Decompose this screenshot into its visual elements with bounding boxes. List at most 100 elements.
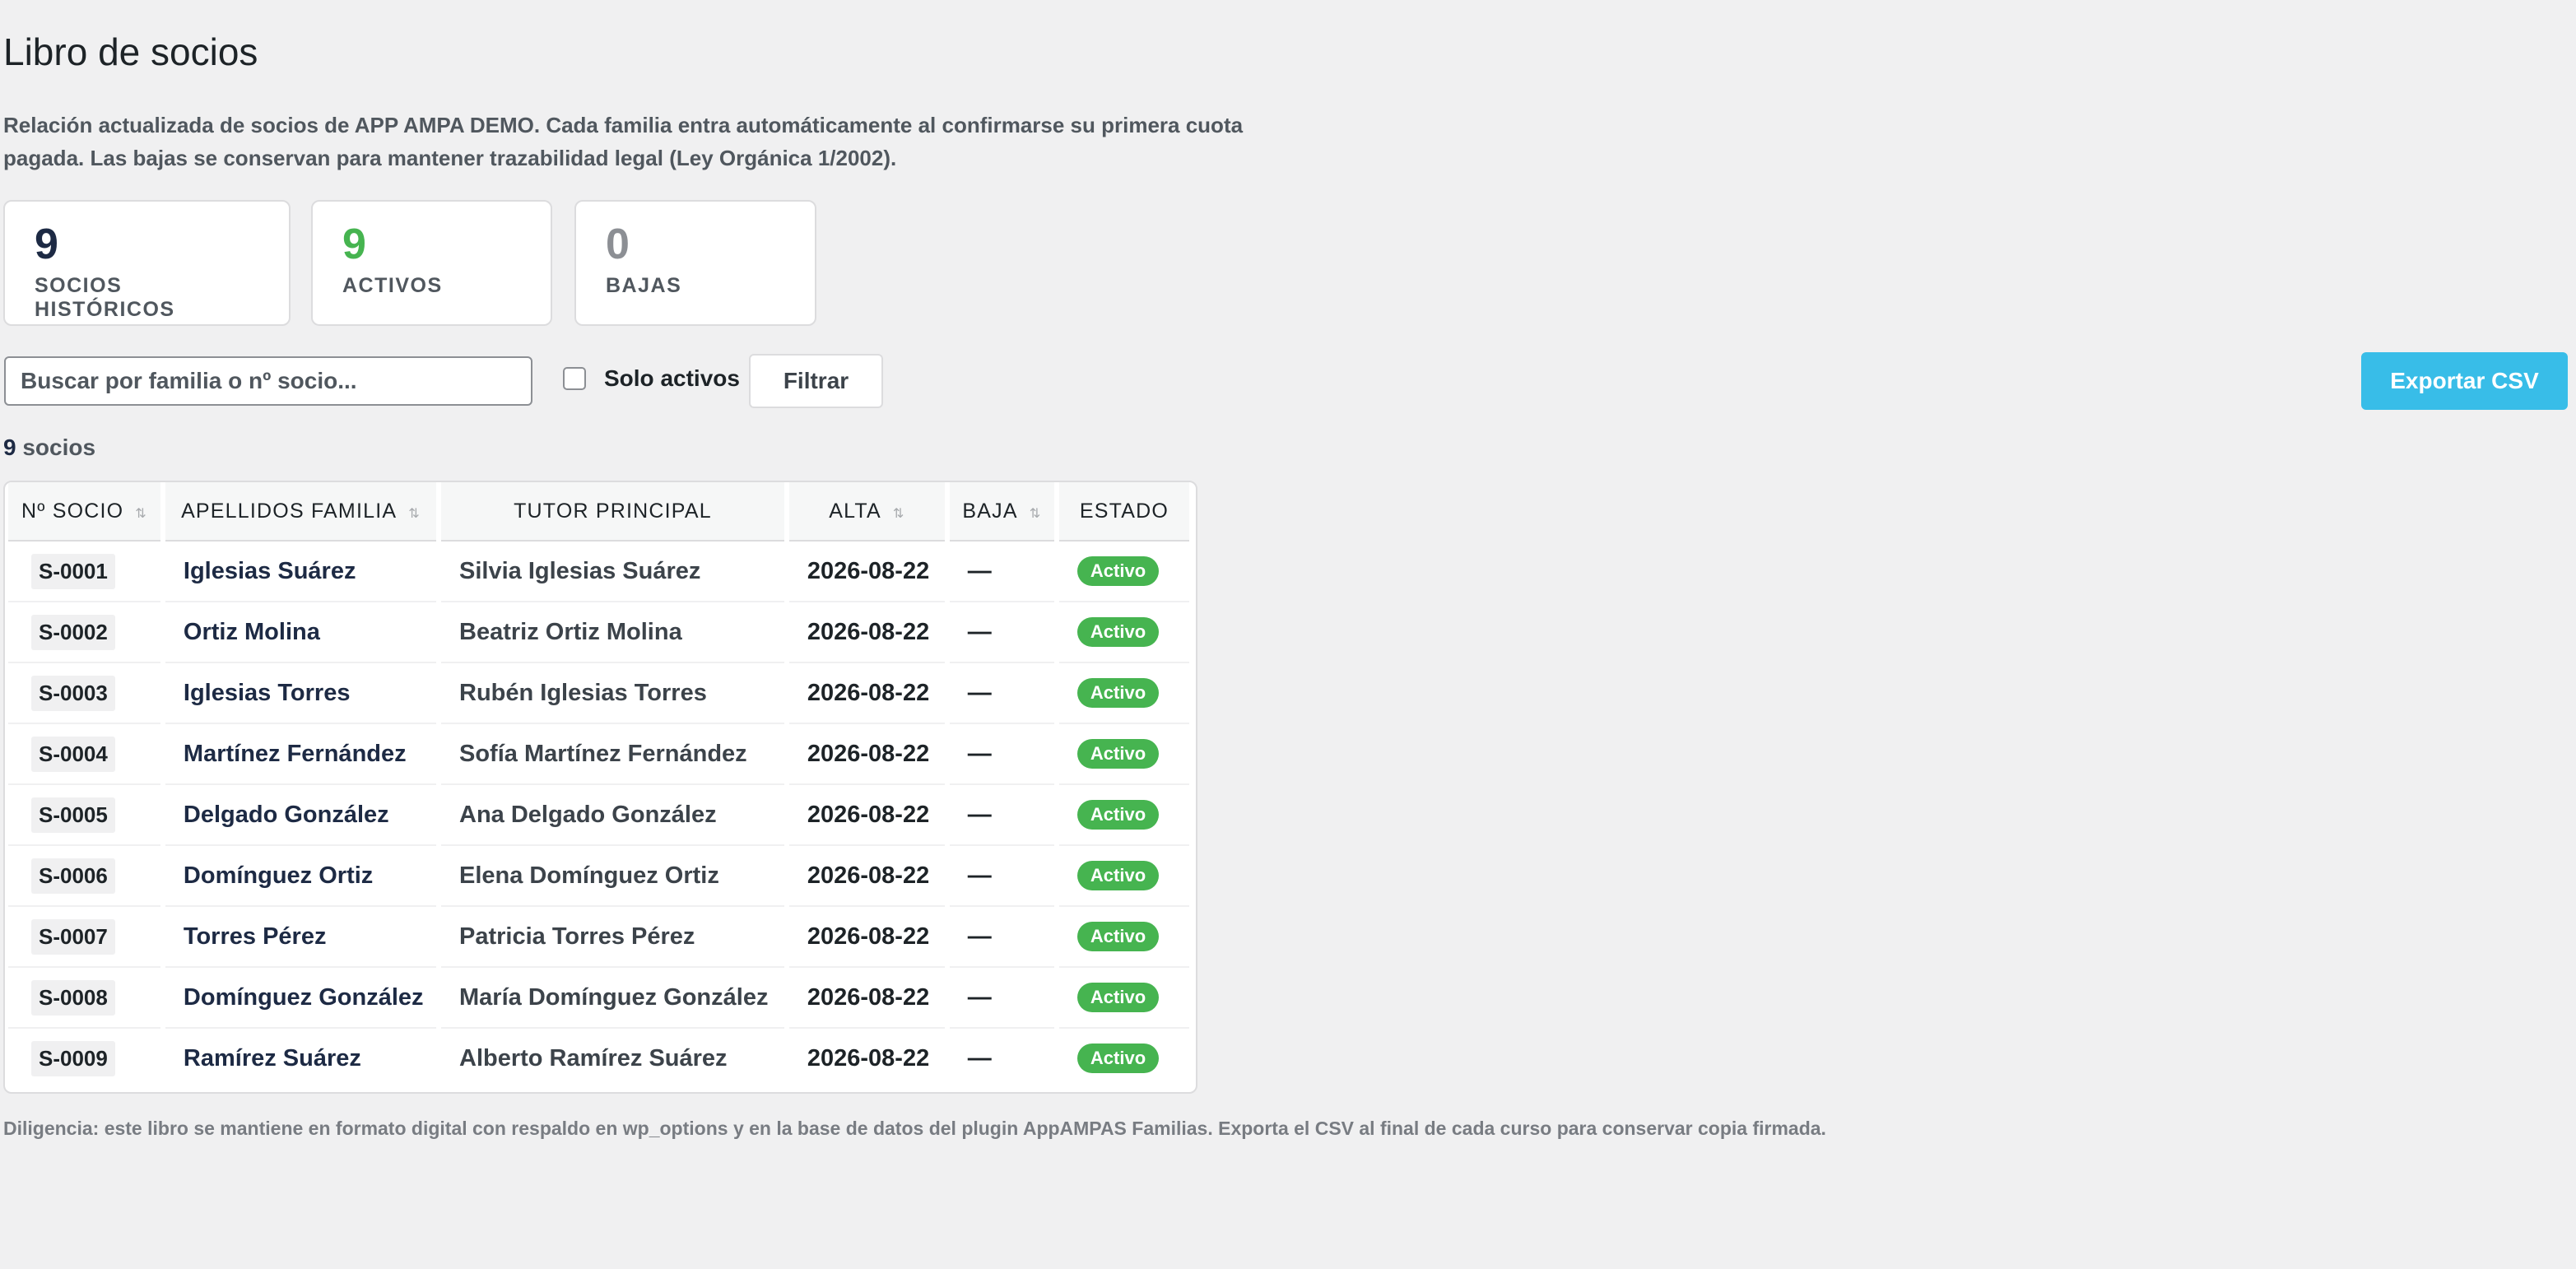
status-badge: Activo	[1076, 861, 1160, 890]
search-input[interactable]	[4, 356, 532, 406]
cell-familia: Martínez Fernández	[165, 724, 436, 785]
cell-tutor: Silvia Iglesias Suárez	[441, 542, 784, 602]
familia-link[interactable]: Delgado González	[184, 802, 389, 828]
cell-familia: Ramírez Suárez	[165, 1029, 436, 1088]
cell-tutor: Patricia Torres Pérez	[441, 907, 784, 968]
th-alta-label: ALTA	[829, 499, 881, 523]
cell-baja: —	[949, 907, 1054, 968]
cell-baja: —	[949, 602, 1054, 663]
cell-familia: Domínguez González	[165, 968, 436, 1029]
page-title: Libro de socios	[3, 30, 258, 73]
status-badge: Activo	[1076, 739, 1160, 769]
cell-alta: 2026-08-22	[788, 785, 945, 846]
cell-baja: —	[949, 846, 1054, 907]
stat-card-bajas: 0 BAJAS	[574, 200, 816, 326]
socio-code: S-0006	[31, 858, 115, 894]
stat-value-historicos: 9	[35, 221, 58, 268]
cell-alta: 2026-08-22	[788, 724, 945, 785]
familia-link[interactable]: Iglesias Torres	[184, 680, 351, 706]
status-badge: Activo	[1076, 617, 1160, 647]
cell-socio: S-0009	[8, 1029, 160, 1088]
only-active-label: Solo activos	[604, 365, 740, 391]
th-socio[interactable]: Nº SOCIO ⇅	[8, 482, 160, 542]
th-baja-label: BAJA	[962, 499, 1018, 523]
th-tutor: TUTOR PRINCIPAL	[441, 482, 784, 542]
table-row: S-0007 Torres Pérez Patricia Torres Pérez 2…	[8, 907, 1189, 968]
cell-familia: Torres Pérez	[165, 907, 436, 968]
footer-note: Diligencia: este libro se mantiene en fo…	[3, 1118, 1826, 1139]
socios-count-label: socios	[22, 435, 96, 460]
cell-alta: 2026-08-22	[788, 968, 945, 1029]
familia-link[interactable]: Torres Pérez	[184, 923, 327, 950]
socio-code: S-0005	[31, 797, 115, 833]
table-row: S-0008 Domínguez González María Domínguez …	[8, 968, 1189, 1029]
cell-estado: Activo	[1058, 542, 1189, 602]
familia-link[interactable]: Domínguez González	[184, 984, 424, 1011]
cell-socio: S-0005	[8, 785, 160, 846]
cell-estado: Activo	[1058, 663, 1189, 724]
cell-tutor: Rubén Iglesias Torres	[441, 663, 784, 724]
cell-alta: 2026-08-22	[788, 663, 945, 724]
status-badge: Activo	[1076, 800, 1160, 830]
socios-count-number: 9	[3, 435, 16, 460]
table-row: S-0003 Iglesias Torres Rubén Iglesias Torr…	[8, 663, 1189, 724]
th-familia[interactable]: APELLIDOS FAMILIA ⇅	[165, 482, 436, 542]
cell-estado: Activo	[1058, 846, 1189, 907]
cell-baja: —	[949, 724, 1054, 785]
cell-familia: Domínguez Ortiz	[165, 846, 436, 907]
table-row: S-0001 Iglesias Suárez Silvia Iglesias Suá…	[8, 542, 1189, 602]
page-intro: Relación actualizada de socios de APP AM…	[3, 113, 1244, 170]
cell-familia: Iglesias Torres	[165, 663, 436, 724]
cell-tutor: Ana Delgado González	[441, 785, 784, 846]
th-tutor-label: TUTOR PRINCIPAL	[514, 499, 712, 523]
th-alta[interactable]: ALTA ⇅	[788, 482, 945, 542]
export-csv-button[interactable]: Exportar CSV	[2361, 352, 2568, 410]
status-badge: Activo	[1076, 556, 1160, 586]
only-active-toggle[interactable]: Solo activos	[563, 365, 740, 392]
socio-code: S-0004	[31, 736, 115, 772]
cell-baja: —	[967, 1044, 992, 1071]
th-estado-label: ESTADO	[1079, 499, 1169, 523]
status-badge: Activo	[1076, 678, 1160, 708]
cell-baja: —	[949, 542, 1054, 602]
cell-alta: 2026-08-22	[788, 602, 945, 663]
sort-icon: ⇅	[892, 506, 905, 521]
familia-link[interactable]: Domínguez Ortiz	[184, 862, 373, 889]
only-active-checkbox[interactable]	[563, 367, 586, 390]
table-row: S-0004 Martínez Fernández Sofía Martínez F…	[8, 724, 1189, 785]
cell-estado: Activo	[1058, 724, 1189, 785]
table-row: S-0002 Ortiz Molina Beatriz Ortiz Molina 20…	[8, 602, 1189, 663]
familia-link[interactable]: Iglesias Suárez	[184, 558, 356, 584]
socio-code: S-0002	[31, 614, 115, 650]
cell-alta: 2026-08-22	[788, 542, 945, 602]
cell-tutor: Sofía Martínez Fernández	[441, 724, 784, 785]
cell-socio: S-0001	[8, 542, 160, 602]
sort-icon: ⇅	[408, 506, 421, 521]
familia-link[interactable]: Martínez Fernández	[184, 741, 407, 767]
cell-tutor: María Domínguez González	[441, 968, 784, 1029]
socio-code: S-0009	[31, 1040, 115, 1076]
th-familia-label: APELLIDOS FAMILIA	[181, 499, 398, 523]
cell-socio: S-0007	[8, 907, 160, 968]
table-row: S-0005 Delgado González Ana Delgado Gonzál…	[8, 785, 1189, 846]
cell-alta: 2026-08-22	[807, 1044, 930, 1071]
th-baja[interactable]: BAJA ⇅	[949, 482, 1054, 542]
cell-estado: Activo	[1058, 602, 1189, 663]
cell-familia: Iglesias Suárez	[165, 542, 436, 602]
cell-estado: Activo	[1058, 968, 1189, 1029]
sort-icon: ⇅	[135, 506, 147, 521]
familia-link[interactable]: Ortiz Molina	[184, 619, 320, 645]
cell-familia: Ortiz Molina	[165, 602, 436, 663]
cell-socio: S-0004	[8, 724, 160, 785]
socio-code: S-0007	[31, 918, 115, 955]
socios-table: Nº SOCIO ⇅ APELLIDOS FAMILIA ⇅ TUTOR PRINC…	[3, 481, 1197, 1094]
cell-familia: Delgado González	[165, 785, 436, 846]
cell-tutor: Alberto Ramírez Suárez	[459, 1044, 728, 1071]
cell-socio: S-0006	[8, 846, 160, 907]
stat-card-historicos: 9 SOCIOS HISTÓRICOS	[3, 200, 291, 326]
familia-link[interactable]: Ramírez Suárez	[184, 1045, 361, 1071]
filter-button[interactable]: Filtrar	[749, 354, 883, 408]
cell-socio: S-0003	[8, 663, 160, 724]
stat-label-historicos: SOCIOS HISTÓRICOS	[35, 274, 175, 321]
stat-value-activos: 9	[342, 221, 366, 268]
